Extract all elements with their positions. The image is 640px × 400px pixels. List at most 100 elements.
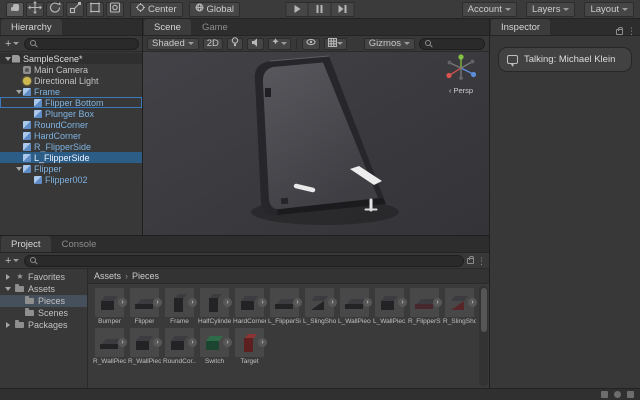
expander-icon[interactable] bbox=[3, 274, 12, 280]
asset-item[interactable]: RoundCor... bbox=[164, 328, 195, 365]
asset-item[interactable]: R_SlingShot bbox=[444, 288, 475, 325]
scene-visibility-button[interactable] bbox=[302, 38, 320, 50]
lock-icon[interactable] bbox=[616, 29, 623, 35]
asset-item[interactable]: L_SlingShot bbox=[304, 288, 335, 325]
scene-viewport[interactable]: ‹ Persp bbox=[143, 52, 489, 235]
hand-tool-button[interactable] bbox=[6, 2, 24, 17]
prefab-open-arrow-icon[interactable] bbox=[223, 298, 232, 307]
prefab-open-arrow-icon[interactable] bbox=[363, 298, 372, 307]
effects-dropdown[interactable] bbox=[268, 38, 291, 50]
asset-thumbnail[interactable] bbox=[200, 288, 229, 317]
asset-item[interactable]: L_WallPiec... bbox=[374, 288, 405, 325]
breadcrumb-current[interactable]: Pieces bbox=[132, 271, 159, 281]
create-asset-button[interactable] bbox=[3, 256, 21, 266]
hierarchy-row[interactable]: Flipper bbox=[0, 163, 142, 174]
asset-thumbnail[interactable] bbox=[165, 288, 194, 317]
expander-icon[interactable] bbox=[14, 167, 23, 171]
projection-toggle[interactable]: ‹ Persp bbox=[439, 86, 483, 95]
asset-thumbnail[interactable] bbox=[270, 288, 299, 317]
hierarchy-search[interactable] bbox=[24, 38, 139, 50]
draw-mode-dropdown[interactable]: Shaded bbox=[147, 38, 199, 50]
tab-hierarchy[interactable]: Hierarchy bbox=[1, 19, 62, 35]
asset-thumbnail[interactable] bbox=[95, 288, 124, 317]
prefab-open-arrow-icon[interactable] bbox=[433, 298, 442, 307]
hierarchy-row[interactable]: Directional Light bbox=[0, 75, 142, 86]
asset-thumbnail[interactable] bbox=[95, 328, 124, 357]
prefab-open-arrow-icon[interactable] bbox=[118, 298, 127, 307]
step-button[interactable] bbox=[332, 2, 355, 17]
scrollbar-thumb[interactable] bbox=[481, 288, 487, 332]
tab-inspector[interactable]: Inspector bbox=[491, 19, 550, 35]
scene-header-row[interactable]: SampleScene* bbox=[0, 53, 142, 64]
asset-thumbnail[interactable] bbox=[340, 288, 369, 317]
scene-lighting-button[interactable] bbox=[227, 38, 243, 50]
hierarchy-row[interactable]: RoundCorner bbox=[0, 119, 142, 130]
asset-item[interactable]: Target bbox=[234, 328, 265, 365]
layers-dropdown[interactable]: Layers bbox=[526, 2, 576, 17]
pivot-toggle-button[interactable]: Center bbox=[130, 2, 183, 17]
create-object-button[interactable] bbox=[3, 39, 21, 49]
asset-item[interactable]: Switch bbox=[199, 328, 230, 365]
asset-item[interactable]: R_WallPiec... bbox=[129, 328, 160, 365]
asset-item[interactable]: R_FlipperSi... bbox=[409, 288, 440, 325]
prefab-open-arrow-icon[interactable] bbox=[118, 338, 127, 347]
scale-tool-button[interactable] bbox=[66, 2, 84, 17]
tab-game[interactable]: Game bbox=[192, 19, 238, 35]
axis-gizmo-icon[interactable] bbox=[441, 53, 481, 85]
2d-toggle-button[interactable]: 2D bbox=[203, 38, 223, 50]
asset-thumbnail[interactable] bbox=[410, 288, 439, 317]
scene-search-input[interactable] bbox=[435, 39, 479, 49]
asset-thumbnail[interactable] bbox=[445, 288, 474, 317]
transform-tool-button[interactable] bbox=[106, 2, 124, 17]
space-toggle-button[interactable]: Global bbox=[189, 2, 240, 17]
hierarchy-row[interactable]: Plunger Box bbox=[0, 108, 142, 119]
console-log-icon[interactable] bbox=[601, 391, 608, 398]
move-tool-button[interactable] bbox=[26, 2, 44, 17]
tab-project[interactable]: Project bbox=[1, 236, 51, 252]
hierarchy-row[interactable]: Flipper Bottom bbox=[0, 97, 142, 108]
asset-thumbnail[interactable] bbox=[130, 328, 159, 357]
asset-item[interactable]: HalfCylinder bbox=[199, 288, 230, 325]
project-search-input[interactable] bbox=[40, 256, 458, 266]
pinball-table-model[interactable] bbox=[143, 52, 489, 235]
panel-menu-icon[interactable] bbox=[477, 257, 486, 265]
asset-item[interactable]: Frame bbox=[164, 288, 195, 325]
prefab-open-arrow-icon[interactable] bbox=[153, 338, 162, 347]
asset-thumbnail[interactable] bbox=[235, 288, 264, 317]
scene-search[interactable] bbox=[419, 38, 485, 50]
lock-icon[interactable] bbox=[467, 258, 474, 264]
asset-item[interactable]: HardCorner bbox=[234, 288, 265, 325]
folder-row[interactable]: Favorites bbox=[0, 271, 87, 283]
asset-item[interactable]: L_FlipperSi... bbox=[269, 288, 300, 325]
prefab-open-arrow-icon[interactable] bbox=[468, 298, 477, 307]
prefab-open-arrow-icon[interactable] bbox=[293, 298, 302, 307]
activity-indicator-icon[interactable] bbox=[614, 391, 621, 398]
play-button[interactable] bbox=[286, 2, 309, 17]
prefab-open-arrow-icon[interactable] bbox=[188, 338, 197, 347]
scene-audio-button[interactable] bbox=[247, 38, 264, 50]
project-search[interactable] bbox=[24, 255, 464, 267]
hierarchy-row[interactable]: R_FlipperSide bbox=[0, 141, 142, 152]
asset-thumbnail[interactable] bbox=[200, 328, 229, 357]
expander-icon[interactable] bbox=[3, 287, 12, 291]
folder-row[interactable]: Scenes bbox=[0, 307, 87, 319]
wall-piece-model[interactable] bbox=[265, 88, 271, 97]
cache-server-icon[interactable] bbox=[627, 391, 634, 398]
asset-thumbnail[interactable] bbox=[235, 328, 264, 357]
folder-row[interactable]: Packages bbox=[0, 319, 87, 331]
grid-dropdown[interactable] bbox=[324, 38, 347, 50]
layout-dropdown[interactable]: Layout bbox=[584, 2, 634, 17]
pause-button[interactable] bbox=[309, 2, 332, 17]
prefab-open-arrow-icon[interactable] bbox=[223, 338, 232, 347]
account-dropdown[interactable]: Account bbox=[462, 2, 517, 17]
tab-console[interactable]: Console bbox=[52, 236, 107, 252]
asset-item[interactable]: Flipper bbox=[129, 288, 160, 325]
hierarchy-row[interactable]: HardCorner bbox=[0, 130, 142, 141]
panel-menu-icon[interactable] bbox=[627, 27, 636, 35]
prefab-open-arrow-icon[interactable] bbox=[328, 298, 337, 307]
prefab-open-arrow-icon[interactable] bbox=[258, 338, 267, 347]
asset-thumbnail[interactable] bbox=[165, 328, 194, 357]
hierarchy-row[interactable]: Main Camera bbox=[0, 64, 142, 75]
hierarchy-row[interactable]: Frame bbox=[0, 86, 142, 97]
prefab-open-arrow-icon[interactable] bbox=[153, 298, 162, 307]
